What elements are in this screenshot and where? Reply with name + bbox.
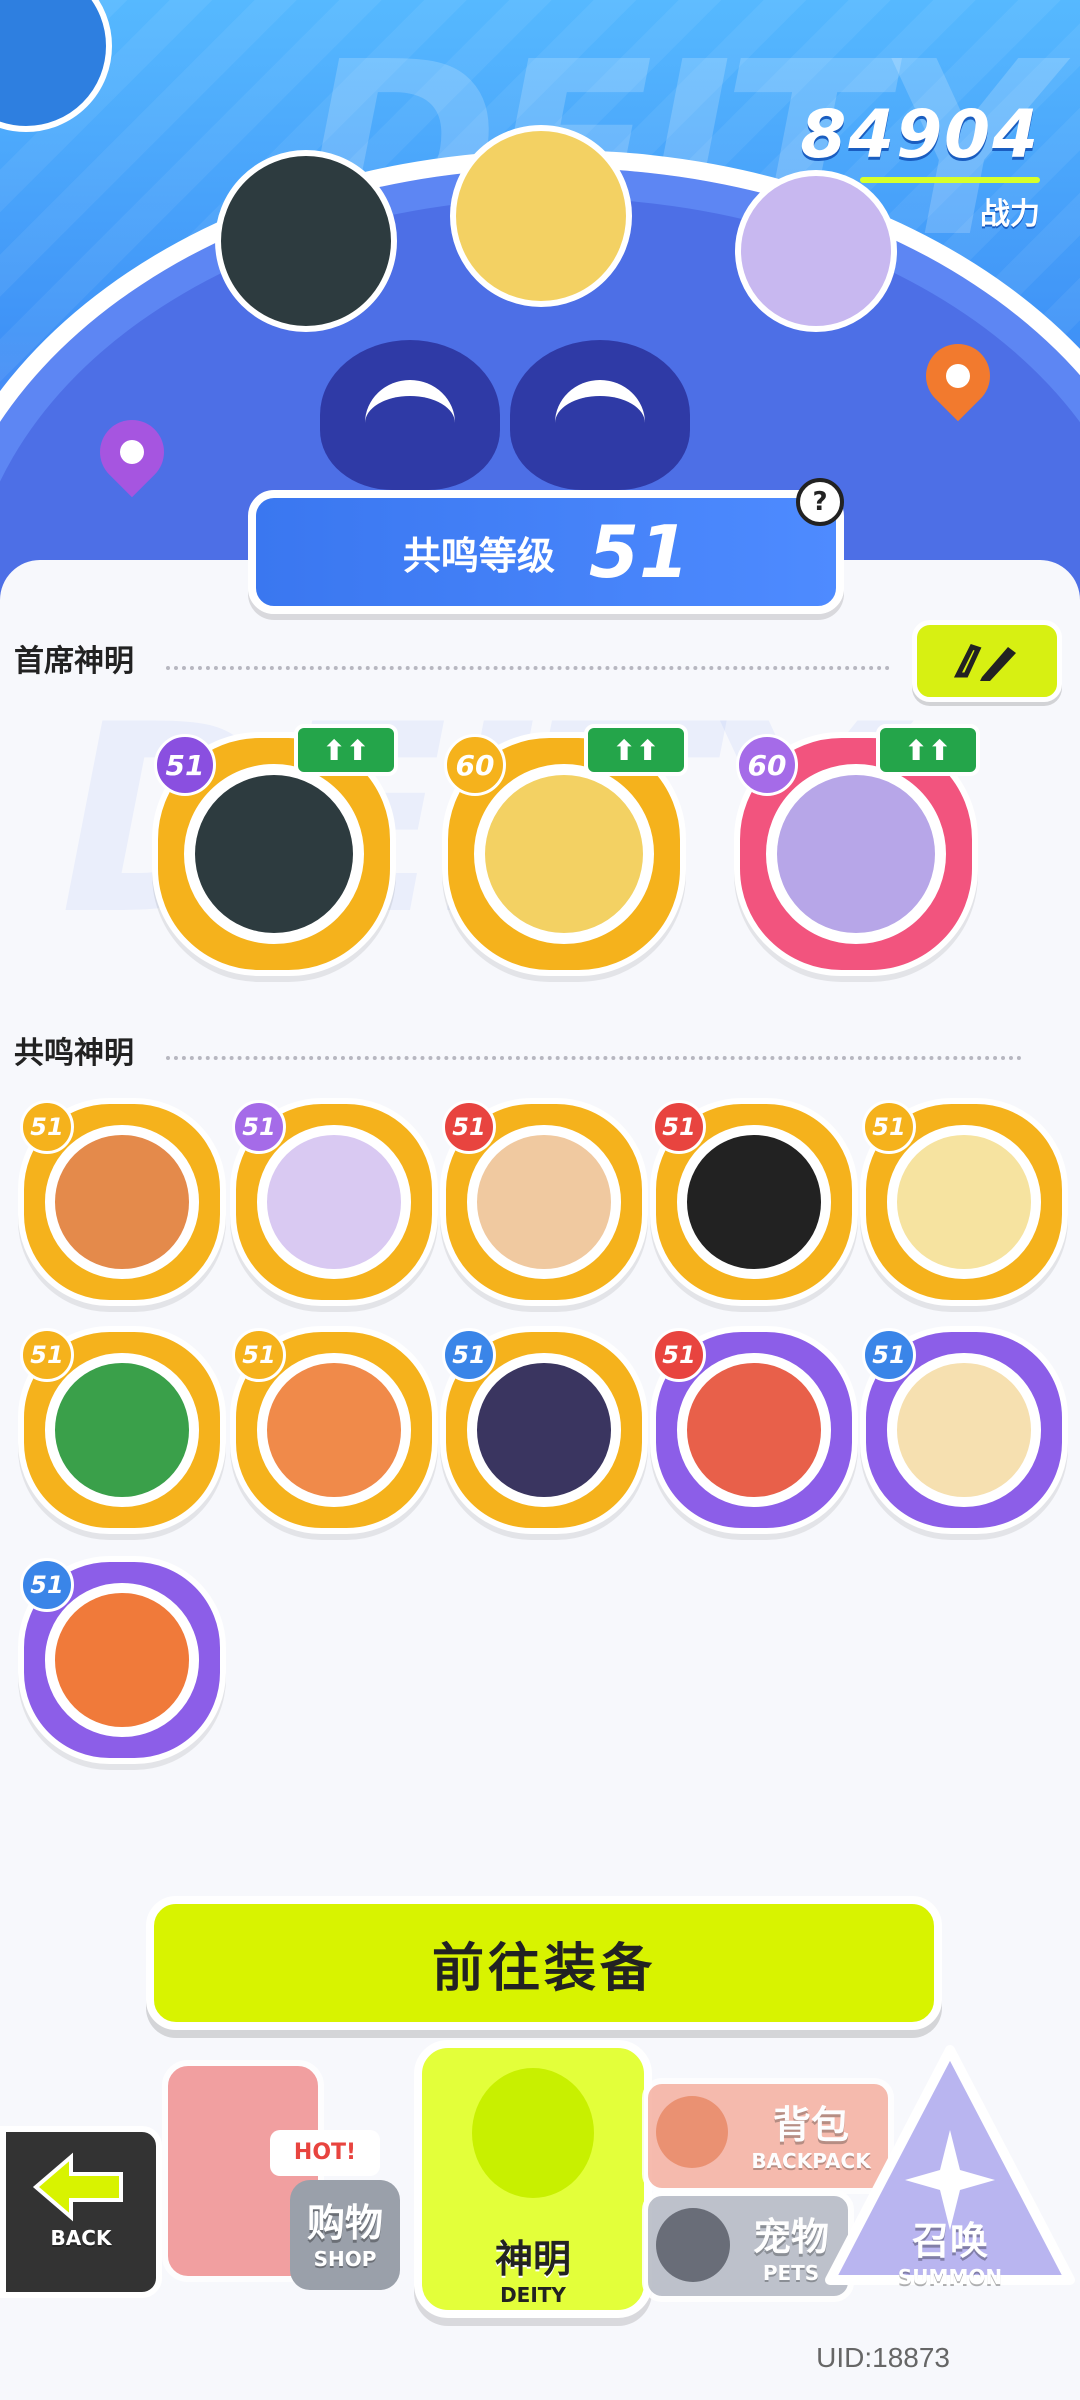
- deity-label: 神明: [494, 2237, 571, 2281]
- deity-badge[interactable]: 51 ⬆⬆: [152, 724, 398, 976]
- deity-portrait-frame: [467, 1353, 621, 1507]
- upgrade-available-icon: ⬆⬆: [294, 724, 398, 776]
- deity-portrait: [267, 1135, 401, 1269]
- chief-deity-avatar-2[interactable]: [450, 125, 632, 307]
- combat-power-underline: [860, 177, 1040, 183]
- deity-badge[interactable]: 51: [860, 1326, 1068, 1534]
- deity-badge[interactable]: 51: [650, 1326, 858, 1534]
- deity-level-badge: 51: [20, 1558, 74, 1612]
- deity-portrait-frame: [887, 1125, 1041, 1279]
- deity-badge[interactable]: 51: [18, 1556, 226, 1764]
- resonant-deities-label: 共鸣神明: [14, 1036, 134, 1071]
- go-equip-button[interactable]: 前往装备: [146, 1896, 942, 2030]
- deity-portrait: [477, 1135, 611, 1269]
- deity-badge[interactable]: 51: [18, 1326, 226, 1534]
- deity-level-badge: 60: [736, 734, 798, 796]
- deity-portrait: [195, 775, 353, 933]
- help-icon[interactable]: ?: [796, 478, 844, 526]
- deity-badge[interactable]: 51: [650, 1098, 858, 1306]
- deity-portrait: [55, 1135, 189, 1269]
- resonance-level-banner: 共鸣等级 51: [248, 490, 844, 614]
- deity-badge[interactable]: 60 ⬆⬆: [442, 724, 688, 976]
- deity-level-badge: 51: [154, 734, 216, 796]
- shop-sublabel: SHOP: [313, 2247, 377, 2271]
- back-button[interactable]: BACK: [0, 2126, 162, 2298]
- deity-portrait: [897, 1135, 1031, 1269]
- nav-deity[interactable]: 神明 DEITY: [414, 2040, 652, 2318]
- deity-badge[interactable]: 51: [440, 1098, 648, 1306]
- user-id: UID:18873: [816, 2342, 950, 2373]
- deity-portrait-frame: [766, 764, 946, 944]
- deity-portrait: [777, 775, 935, 933]
- deity-level-badge: 60: [444, 734, 506, 796]
- pencil-icon: [953, 643, 1016, 681]
- deity-portrait-frame: [257, 1125, 411, 1279]
- chief-deities-title: 首席神明: [14, 636, 134, 680]
- combat-power-value: 84904: [800, 96, 1040, 173]
- divider: [166, 1056, 1022, 1060]
- deity-level-badge: 51: [232, 1100, 286, 1154]
- globe-eye-right: [510, 340, 690, 490]
- deity-portrait-frame: [467, 1125, 621, 1279]
- deity-portrait: [55, 1363, 189, 1497]
- summon-sublabel: SUMMON: [897, 2265, 1003, 2289]
- combat-power: 84904 战力: [800, 96, 1040, 233]
- hot-tag: HOT!: [270, 2130, 380, 2176]
- deity-portrait: [55, 1593, 189, 1727]
- globe-eye-left: [320, 340, 500, 490]
- deity-level-badge: 51: [442, 1328, 496, 1382]
- deity-level-badge: 51: [862, 1328, 916, 1382]
- deity-badge[interactable]: 51: [440, 1326, 648, 1534]
- deity-portrait-frame: [45, 1583, 199, 1737]
- back-arrow-icon: [32, 2152, 123, 2222]
- deity-level-badge: 51: [20, 1328, 74, 1382]
- deity-portrait: [897, 1363, 1031, 1497]
- deity-portrait-frame: [677, 1125, 831, 1279]
- deity-level-badge: 51: [442, 1100, 496, 1154]
- deity-badge[interactable]: 51: [18, 1098, 226, 1306]
- deity-level-badge: 51: [232, 1328, 286, 1382]
- deity-portrait-frame: [887, 1353, 1041, 1507]
- shop-label: 购物: [306, 2201, 383, 2245]
- chief-deity-avatar-1[interactable]: [215, 150, 397, 332]
- deity-badge[interactable]: 51: [860, 1098, 1068, 1306]
- deity-portrait-frame: [677, 1353, 831, 1507]
- deity-portrait-frame: [257, 1353, 411, 1507]
- upgrade-available-icon: ⬆⬆: [584, 724, 688, 776]
- resonance-level-value: 51: [588, 510, 690, 594]
- deity-portrait: [477, 1363, 611, 1497]
- deity-badge[interactable]: 60 ⬆⬆: [734, 724, 980, 976]
- deity-portrait: [687, 1363, 821, 1497]
- deity-level-badge: 51: [862, 1100, 916, 1154]
- deity-badge[interactable]: 51: [230, 1098, 438, 1306]
- deity-badge[interactable]: 51: [230, 1326, 438, 1534]
- deity-level-badge: 51: [20, 1100, 74, 1154]
- edit-chief-deities-button[interactable]: [912, 620, 1062, 702]
- deity-portrait: [267, 1363, 401, 1497]
- deity-portrait: [687, 1135, 821, 1269]
- resonance-level-label: 共鸣等级: [402, 533, 555, 578]
- nav-summon[interactable]: 召唤 SUMMON: [820, 2040, 1080, 2290]
- deity-mascot-icon: [472, 2068, 594, 2198]
- back-label: BACK: [50, 2226, 112, 2250]
- deity-level-badge: 51: [652, 1100, 706, 1154]
- backpack-icon: [656, 2096, 728, 2168]
- deity-level-badge: 51: [652, 1328, 706, 1382]
- deity-portrait: [485, 775, 643, 933]
- resonant-deities-title: 共鸣神明: [14, 1028, 134, 1072]
- pet-lock-icon: [656, 2208, 730, 2282]
- deity-sublabel: DEITY: [500, 2283, 566, 2307]
- deity-portrait-frame: [45, 1125, 199, 1279]
- shop-label-bg: 购物 SHOP: [290, 2180, 400, 2290]
- summon-label: 召唤: [911, 2219, 988, 2263]
- deity-portrait-frame: [45, 1353, 199, 1507]
- upgrade-available-icon: ⬆⬆: [876, 724, 980, 776]
- deity-portrait-frame: [474, 764, 654, 944]
- chief-deities-label: 首席神明: [14, 644, 134, 679]
- nav-shop[interactable]: HOT! 购物 SHOP: [150, 2040, 400, 2290]
- deity-portrait-frame: [184, 764, 364, 944]
- combat-power-label: 战力: [980, 197, 1040, 232]
- divider: [166, 666, 890, 670]
